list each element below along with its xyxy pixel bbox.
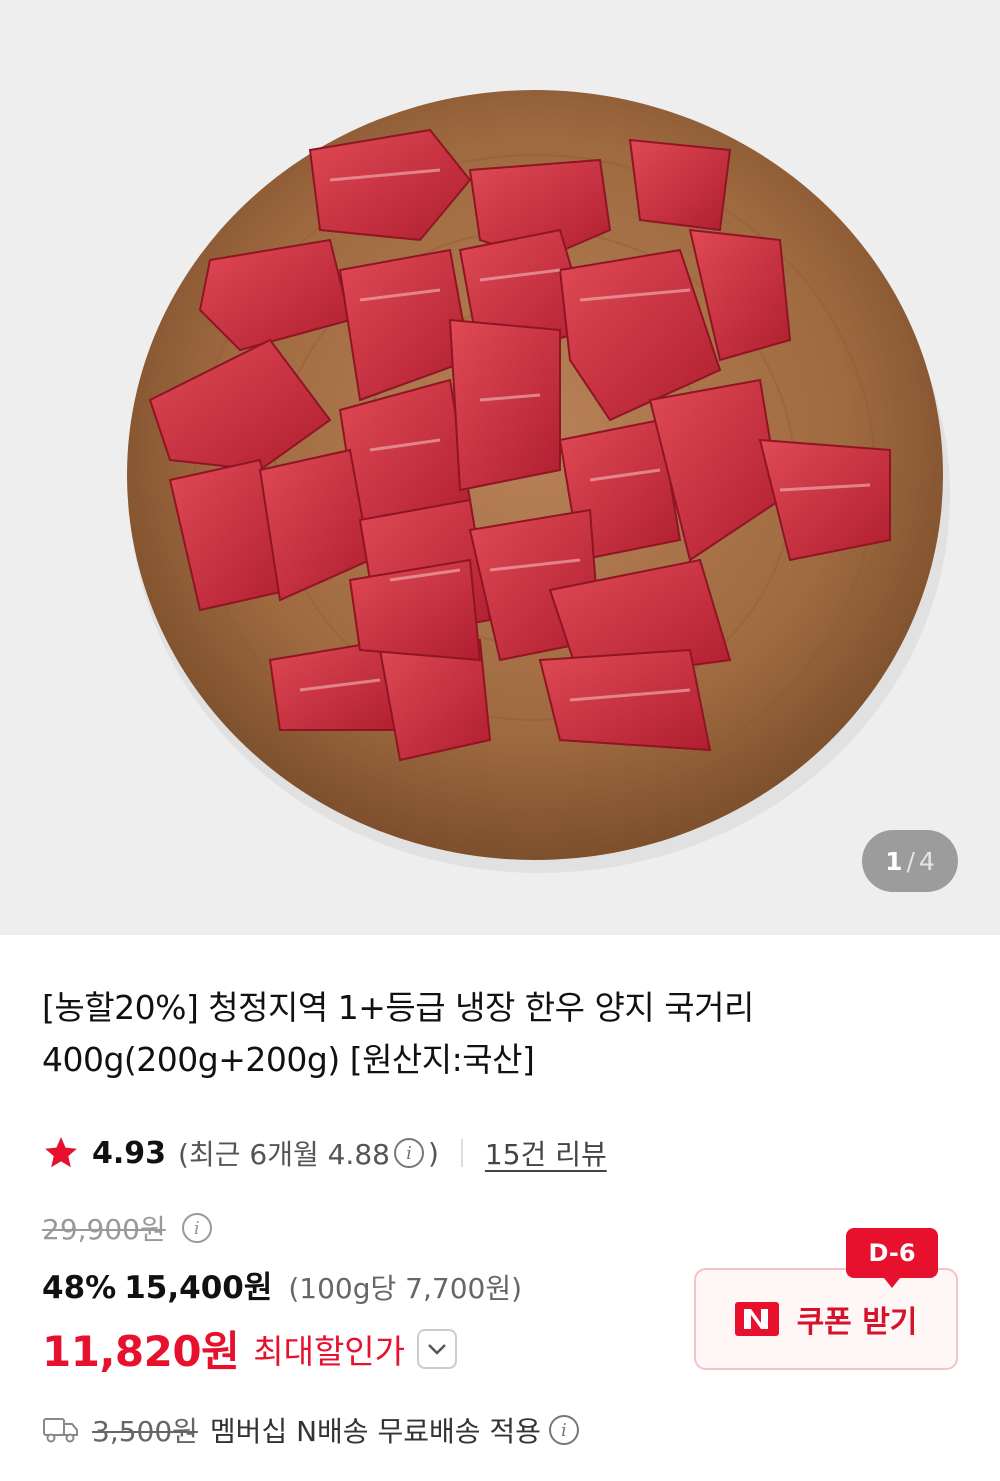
discount-rate: 48% [42,1270,117,1306]
rating-recent-text: (최근 6개월 4.88 [178,1138,390,1171]
info-icon[interactable]: i [181,1213,212,1243]
coupon-dday-badge: D-6 [846,1228,938,1288]
truck-icon [43,1418,78,1443]
review-count-link[interactable]: 15건 리뷰 [485,1133,607,1173]
original-price-row: 29,900원 i [42,1208,212,1248]
chevron-down-icon [428,1343,446,1355]
original-price: 29,900원 [42,1213,166,1246]
product-image[interactable]: 1 / 4 [0,0,1000,935]
naver-n-icon [734,1302,779,1336]
max-discount-price: 11,820원 [42,1327,240,1376]
sale-price: 15,400원 [124,1270,273,1306]
info-icon[interactable]: i [393,1138,424,1168]
product-photo-meat-on-board [127,90,950,873]
coupon-label: 쿠폰 받기 [796,1305,918,1340]
rating-score: 4.93 [92,1135,167,1171]
info-icon[interactable]: i [548,1415,579,1445]
max-discount-label: 최대할인가 [253,1331,406,1371]
rating-recent: (최근 6개월 4.88 i ) [178,1133,439,1173]
product-title: [농할20%] 청정지역 1+등급 냉장 한우 양지 국거리 400g(200g… [42,988,754,1079]
sale-price-row: 48% 15,400원 (100g당 7,700원) [42,1262,522,1307]
coupon-button[interactable]: 쿠폰 받기 [694,1268,958,1370]
rating-recent-close: ) [427,1136,439,1170]
divider [460,1139,463,1167]
max-discount-toggle-button[interactable] [417,1328,458,1369]
shipping-original-fee: 3,500원 [92,1415,198,1448]
image-pager: 1 / 4 [862,830,958,892]
pager-total: 4 [918,846,935,876]
pager-separator: / [906,846,915,876]
star-icon [45,1137,77,1168]
rating-row: 4.93 (최근 6개월 4.88 i ) 15건 리뷰 [42,1130,607,1176]
pager-current: 1 [885,846,903,876]
shipping-text: 멤버십 N배송 무료배송 적용 [209,1415,541,1448]
shipping-row: 3,500원 멤버십 N배송 무료배송 적용 i [42,1410,579,1450]
unit-price: (100g당 7,700원) [288,1272,523,1305]
max-discount-row: 11,820원 최대할인가 [42,1318,458,1379]
